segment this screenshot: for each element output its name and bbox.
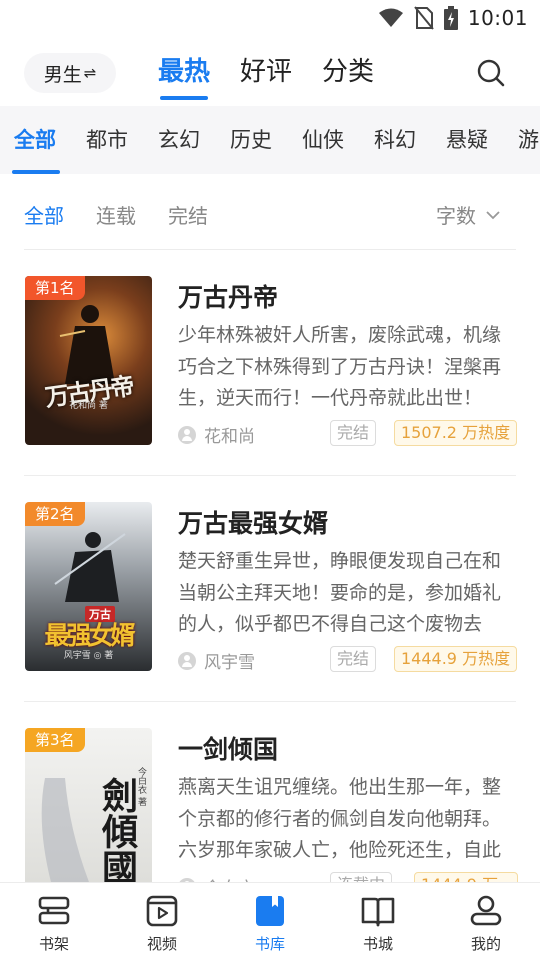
clock: 10:01 bbox=[467, 6, 528, 30]
book-list: 第1名 万古丹帝 花和尚 著 万古丹帝 少年林殊被奸人所害，废除武魂，机缘巧合之… bbox=[0, 250, 540, 882]
status-bar: 10:01 bbox=[0, 0, 540, 36]
sort-label: 字数 bbox=[436, 204, 476, 228]
cover-author: 花和尚 著 bbox=[69, 401, 108, 411]
bottom-tab-bar: 书架 视频 书库 书城 我的 bbox=[0, 882, 540, 960]
cover-title: 最强女婿 bbox=[44, 621, 135, 650]
category-game[interactable]: 游 bbox=[518, 106, 540, 174]
book-meta: 花和尚 完结 1507.2 万热度 bbox=[178, 420, 518, 447]
author: 今白衣 bbox=[178, 874, 255, 882]
search-icon[interactable] bbox=[476, 58, 506, 88]
heat-badge: 1507.2 万热度 bbox=[394, 420, 518, 446]
book-cover[interactable]: 第3名 劍傾國 今白衣 著 bbox=[25, 728, 152, 882]
book-title[interactable]: 万古丹帝 bbox=[178, 278, 278, 314]
tab-profile[interactable]: 我的 bbox=[432, 883, 540, 960]
battery-charging-icon bbox=[443, 6, 458, 30]
book-meta: 风宇雪 完结 1444.9 万热度 bbox=[178, 646, 518, 673]
category-urban[interactable]: 都市 bbox=[86, 106, 158, 174]
swap-arrows-icon: ⇌ bbox=[83, 64, 97, 82]
video-icon bbox=[146, 895, 178, 927]
wifi-icon bbox=[378, 8, 403, 27]
book-cover[interactable]: 第1名 万古丹帝 花和尚 著 bbox=[25, 276, 152, 445]
rank-badge: 第1名 bbox=[25, 276, 85, 300]
swordsman-illustration-icon bbox=[54, 532, 126, 602]
tab-label: 书库 bbox=[254, 935, 285, 953]
cover-author: 风宇雪 ◎ 著 bbox=[63, 651, 114, 661]
gender-switch-button[interactable]: 男生 ⇌ bbox=[24, 53, 116, 93]
book-description: 楚天舒重生异世，睁眼便发现自己在和当朝公主拜天地！要命的是，参加婚礼的人，似乎都… bbox=[178, 550, 502, 635]
filter-all[interactable]: 全部 bbox=[24, 200, 64, 229]
status-badge: 完结 bbox=[330, 646, 377, 672]
list-item[interactable]: 第1名 万古丹帝 花和尚 著 万古丹帝 少年林殊被奸人所害，废除武魂，机缘巧合之… bbox=[0, 250, 540, 476]
tab-video[interactable]: 视频 bbox=[108, 883, 216, 960]
author-avatar-icon bbox=[178, 425, 196, 444]
author-name: 风宇雪 bbox=[204, 653, 255, 673]
tab-label: 书架 bbox=[38, 935, 69, 953]
tab-bookshelf[interactable]: 书架 bbox=[0, 883, 108, 960]
book-cover[interactable]: 第2名 万古 最强女婿 风宇雪 ◎ 著 bbox=[25, 502, 152, 671]
author-name: 今白衣 bbox=[204, 874, 255, 882]
tab-label: 我的 bbox=[470, 935, 501, 953]
top-nav: 男生 ⇌ 最热 好评 分类 bbox=[0, 40, 540, 104]
category-history[interactable]: 历史 bbox=[230, 106, 302, 174]
heat-badge: 1444.9 万热度 bbox=[414, 872, 518, 882]
list-item[interactable]: 第2名 万古 最强女婿 风宇雪 ◎ 著 万古最强女婿 楚天舒重生异世，睁眼便发现… bbox=[0, 476, 540, 702]
library-icon bbox=[256, 896, 284, 926]
bookshelf-icon bbox=[38, 896, 70, 925]
heat-badge: 1444.9 万热度 bbox=[394, 646, 518, 672]
profile-icon bbox=[470, 895, 502, 926]
category-all[interactable]: 全部 bbox=[12, 106, 86, 174]
book-meta: 今白衣 连载中 1444.9 万热度 bbox=[178, 872, 518, 882]
category-bar: 全部 都市 玄幻 历史 仙侠 科幻 悬疑 游 bbox=[0, 106, 540, 174]
book-title[interactable]: 万古最强女婿 bbox=[178, 504, 328, 540]
book-title[interactable]: 一剑倾国 bbox=[178, 730, 278, 766]
author-name: 花和尚 bbox=[204, 427, 255, 447]
book-open-icon bbox=[361, 897, 395, 927]
status-badge: 连载中 bbox=[330, 872, 393, 882]
tab-label: 书城 bbox=[362, 935, 393, 953]
rank-badge: 第3名 bbox=[25, 728, 85, 752]
category-mystery[interactable]: 悬疑 bbox=[446, 106, 518, 174]
filter-bar: 全部 连载 完结 字数 bbox=[0, 188, 540, 238]
tab-bookstore[interactable]: 书城 bbox=[324, 883, 432, 960]
tab-categories[interactable]: 分类 bbox=[322, 50, 374, 98]
sort-dropdown[interactable]: 字数 bbox=[436, 200, 500, 229]
author-avatar-icon bbox=[178, 651, 196, 670]
chevron-down-icon bbox=[486, 210, 500, 219]
tab-library[interactable]: 书库 bbox=[216, 883, 324, 960]
category-scifi[interactable]: 科幻 bbox=[374, 106, 446, 174]
rank-badge: 第2名 bbox=[25, 502, 85, 526]
filter-completed[interactable]: 完结 bbox=[168, 200, 208, 229]
filter-ongoing[interactable]: 连载 bbox=[96, 200, 136, 229]
book-description: 燕离天生诅咒缠绕。他出生那一年，整个京都的修行者的佩剑自发向他朝拜。六岁那年家破… bbox=[178, 776, 502, 861]
cover-author: 今白衣 著 bbox=[136, 766, 146, 806]
list-item[interactable]: 第3名 劍傾國 今白衣 著 一剑倾国 燕离天生诅咒缠绕。他出生那一年，整个京都的… bbox=[0, 702, 540, 882]
author: 风宇雪 bbox=[178, 648, 255, 673]
main-tabs: 最热 好评 分类 bbox=[158, 50, 374, 100]
author: 花和尚 bbox=[178, 422, 255, 447]
no-sim-icon bbox=[414, 6, 434, 30]
tab-top-rated[interactable]: 好评 bbox=[240, 50, 292, 98]
tab-label: 视频 bbox=[146, 935, 177, 953]
book-description: 少年林殊被奸人所害，废除武魂，机缘巧合之下林殊得到了万古丹诀！涅槃再生，逆天而行… bbox=[178, 324, 502, 409]
status-badge: 完结 bbox=[330, 420, 377, 446]
category-xianxia[interactable]: 仙侠 bbox=[302, 106, 374, 174]
category-fantasy[interactable]: 玄幻 bbox=[158, 106, 230, 174]
tab-hottest[interactable]: 最热 bbox=[158, 50, 210, 100]
gender-label: 男生 bbox=[43, 63, 82, 86]
